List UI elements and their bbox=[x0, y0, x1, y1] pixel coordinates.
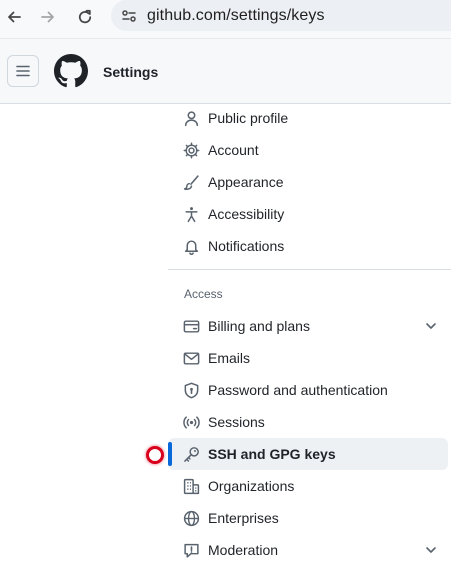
page-title: Settings bbox=[103, 64, 159, 80]
click-marker bbox=[146, 446, 164, 464]
active-indicator bbox=[168, 442, 172, 466]
back-button[interactable] bbox=[0, 5, 28, 29]
credit-card-icon bbox=[183, 318, 200, 335]
nav-item-billing-and-plans[interactable]: Billing and plans bbox=[168, 310, 448, 342]
nav-item-label: Password and authentication bbox=[208, 382, 388, 398]
nav-item-label: Public profile bbox=[208, 110, 289, 126]
broadcast-icon bbox=[183, 414, 200, 431]
key-icon bbox=[183, 446, 200, 463]
nav-item-sessions[interactable]: Sessions bbox=[168, 406, 448, 438]
arrow-right-icon bbox=[41, 11, 54, 23]
github-logo-icon[interactable] bbox=[54, 54, 88, 88]
accessibility-icon bbox=[183, 206, 200, 223]
nav-item-label: Moderation bbox=[208, 542, 279, 558]
nav-item-public-profile[interactable]: Public profile bbox=[168, 102, 448, 134]
forward-button[interactable] bbox=[34, 5, 62, 29]
nav-item-emails[interactable]: Emails bbox=[168, 342, 448, 374]
hamburger-icon bbox=[16, 65, 30, 77]
gear-icon bbox=[183, 142, 200, 159]
nav-item-label: Emails bbox=[208, 350, 251, 366]
nav-item-accessibility[interactable]: Accessibility bbox=[168, 198, 448, 230]
nav-item-ssh-and-gpg-keys[interactable]: SSH and GPG keys bbox=[168, 438, 448, 470]
nav-item-label: Accessibility bbox=[208, 206, 285, 222]
section-heading-access: Access bbox=[184, 287, 223, 301]
bell-icon bbox=[183, 238, 200, 255]
nav-item-label: SSH and GPG keys bbox=[208, 446, 336, 462]
url-text[interactable]: github.com/settings/keys bbox=[147, 7, 325, 25]
github-header: Settings bbox=[0, 38, 451, 104]
address-bar[interactable]: github.com/settings/keys bbox=[111, 0, 451, 31]
nav-item-label: Notifications bbox=[208, 238, 285, 254]
arrow-left-icon bbox=[8, 11, 21, 23]
report-icon bbox=[183, 542, 200, 559]
browser-toolbar: github.com/settings/keys bbox=[0, 0, 451, 38]
globe-icon bbox=[183, 510, 200, 527]
chevron-down-icon[interactable] bbox=[424, 319, 438, 333]
nav-item-label: Account bbox=[208, 142, 259, 158]
reload-button[interactable] bbox=[71, 5, 99, 29]
nav-item-appearance[interactable]: Appearance bbox=[168, 166, 448, 198]
nav-item-label: Enterprises bbox=[208, 510, 279, 526]
nav-item-label: Billing and plans bbox=[208, 318, 310, 334]
paintbrush-icon bbox=[183, 174, 200, 191]
organization-icon bbox=[183, 478, 200, 495]
hamburger-menu-button[interactable] bbox=[7, 55, 39, 87]
nav-item-account[interactable]: Account bbox=[168, 134, 448, 166]
mail-icon bbox=[183, 350, 200, 367]
nav-item-label: Appearance bbox=[208, 174, 284, 190]
nav-item-moderation[interactable]: Moderation bbox=[168, 534, 448, 566]
nav-item-organizations[interactable]: Organizations bbox=[168, 470, 448, 502]
nav-item-label: Organizations bbox=[208, 478, 295, 494]
nav-divider bbox=[168, 269, 451, 270]
nav-item-enterprises[interactable]: Enterprises bbox=[168, 502, 448, 534]
shield-lock-icon bbox=[183, 382, 200, 399]
nav-item-label: Sessions bbox=[208, 414, 265, 430]
chevron-down-icon[interactable] bbox=[424, 543, 438, 557]
reload-icon bbox=[78, 9, 92, 24]
nav-item-password-and-authentication[interactable]: Password and authentication bbox=[168, 374, 448, 406]
site-info-icon[interactable] bbox=[118, 5, 140, 27]
person-icon bbox=[183, 110, 200, 127]
nav-item-notifications[interactable]: Notifications bbox=[168, 230, 448, 262]
